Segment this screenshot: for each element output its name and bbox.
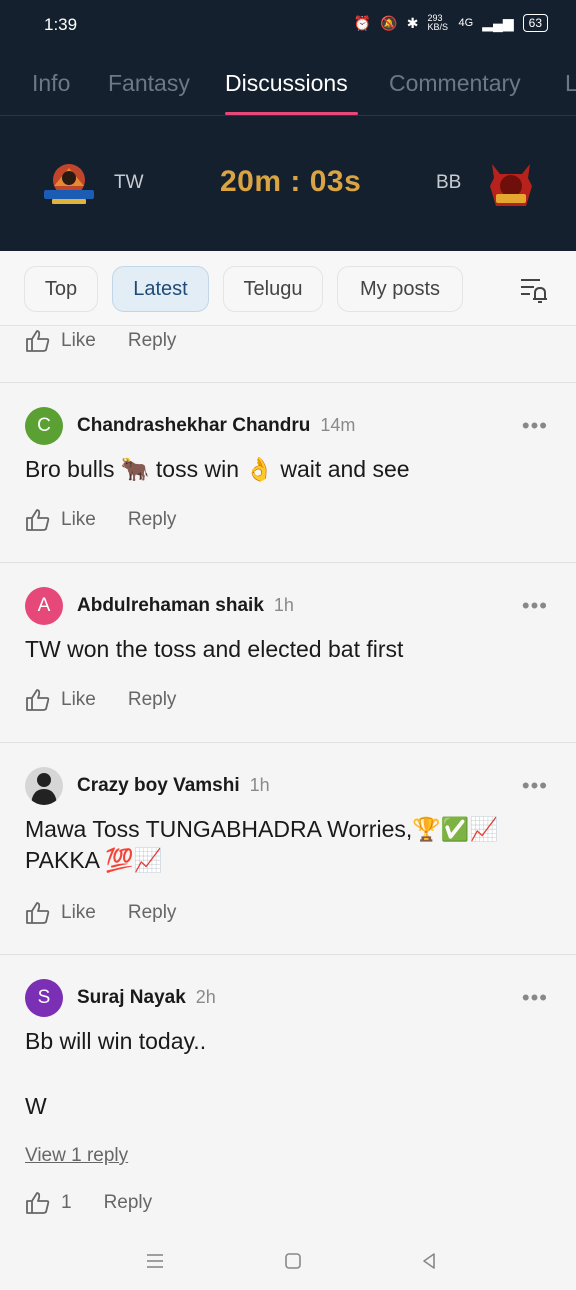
- team-left-code: TW: [114, 172, 144, 193]
- like-button[interactable]: Like: [61, 330, 96, 352]
- author-name[interactable]: Abdulrehaman shaik: [77, 595, 264, 616]
- post-partial: Like Reply: [0, 326, 576, 383]
- like-count[interactable]: 1: [61, 1192, 72, 1214]
- match-countdown: 20m : 03s: [220, 165, 362, 198]
- filter-chip-top[interactable]: Top: [24, 266, 98, 312]
- bluetooth-icon: ✱: [406, 14, 419, 31]
- post-actions: Like Reply: [25, 505, 176, 535]
- post-author[interactable]: Suraj Nayak 2h: [77, 987, 216, 1009]
- author-name[interactable]: Crazy boy Vamshi: [77, 775, 240, 796]
- post-actions: 1 Reply: [25, 1188, 152, 1218]
- post-item: C Chandrashekhar Chandru 14m ••• Bro bull…: [0, 383, 576, 563]
- bb-team-logo: [490, 164, 532, 206]
- tab-more[interactable]: L: [565, 70, 576, 97]
- back-icon[interactable]: [418, 1250, 440, 1272]
- view-replies-link[interactable]: View 1 reply: [25, 1145, 128, 1167]
- reply-button[interactable]: Reply: [128, 509, 177, 531]
- status-bar: 1:39 ⏰ 🔕 ✱ 293 KB/S 4G ▂▄▆ 63: [0, 0, 576, 50]
- like-button[interactable]: Like: [61, 902, 96, 924]
- avatar[interactable]: [25, 767, 63, 805]
- filter-chip-latest[interactable]: Latest: [112, 266, 209, 312]
- post-author[interactable]: Crazy boy Vamshi 1h: [77, 775, 270, 797]
- like-icon[interactable]: [25, 901, 51, 925]
- like-icon[interactable]: [25, 1191, 51, 1215]
- post-author[interactable]: Abdulrehaman shaik 1h: [77, 595, 294, 617]
- like-icon[interactable]: [25, 688, 51, 712]
- team-right-code: BB: [436, 172, 462, 193]
- status-time: 1:39: [44, 15, 78, 34]
- post-actions: Like Reply: [25, 685, 176, 715]
- network-type: 4G: [458, 17, 474, 29]
- data-speed: 293 KB/S: [427, 13, 449, 32]
- filter-chip-telugu[interactable]: Telugu: [223, 266, 323, 312]
- reply-button[interactable]: Reply: [128, 902, 177, 924]
- like-icon[interactable]: [25, 329, 51, 353]
- post-time: 1h: [273, 595, 294, 615]
- tab-discussions[interactable]: Discussions: [225, 70, 348, 97]
- post-text: Mawa Toss TUNGABHADRA Worries,🏆✅📈 PAKKA …: [25, 816, 499, 873]
- recent-apps-icon[interactable]: [144, 1250, 166, 1272]
- tab-commentary[interactable]: Commentary: [389, 70, 521, 97]
- post-text: Bro bulls 🐂 toss win 👌 wait and see: [25, 456, 410, 482]
- author-name[interactable]: Suraj Nayak: [77, 987, 186, 1008]
- post-time: 2h: [195, 987, 216, 1007]
- reply-button[interactable]: Reply: [104, 1192, 153, 1214]
- post-author[interactable]: Chandrashekhar Chandru 14m: [77, 415, 355, 437]
- post-text: Bb will win today..: [25, 1028, 207, 1054]
- avatar[interactable]: A: [25, 587, 63, 625]
- like-button[interactable]: Like: [61, 509, 96, 531]
- notification-filter-icon[interactable]: [520, 277, 548, 303]
- more-options-icon[interactable]: •••: [522, 413, 548, 439]
- tw-team-logo: [44, 164, 94, 204]
- match-row: TW 20m : 03s BB: [0, 120, 576, 250]
- post-item: A Abdulrehaman shaik 1h ••• TW won the to…: [0, 563, 576, 743]
- match-tabs: Info Fantasy Discussions Commentary L: [0, 60, 576, 116]
- status-icons: ⏰ 🔕 ✱ 293 KB/S 4G ▂▄▆ 63: [354, 14, 548, 32]
- post-text-line2: W: [25, 1093, 47, 1119]
- mute-icon: 🔕: [380, 14, 398, 31]
- like-icon[interactable]: [25, 508, 51, 532]
- author-name[interactable]: Chandrashekhar Chandru: [77, 415, 310, 436]
- reply-button[interactable]: Reply: [128, 330, 177, 352]
- filter-chip-my-posts[interactable]: My posts: [337, 266, 463, 312]
- post-time: 1h: [249, 775, 270, 795]
- alarm-icon: ⏰: [353, 14, 372, 31]
- filter-bar: Top Latest Telugu My posts: [0, 251, 576, 326]
- post-actions: Like Reply: [25, 898, 176, 928]
- more-options-icon[interactable]: •••: [522, 985, 548, 1011]
- more-options-icon[interactable]: •••: [522, 773, 548, 799]
- post-item: S Suraj Nayak 2h ••• Bb will win today.. …: [0, 955, 576, 1232]
- tabs-divider: [0, 115, 576, 116]
- avatar[interactable]: S: [25, 979, 63, 1017]
- post-time: 14m: [320, 415, 356, 435]
- reply-button[interactable]: Reply: [128, 689, 177, 711]
- post-actions: Like Reply: [25, 326, 176, 356]
- avatar[interactable]: C: [25, 407, 63, 445]
- more-options-icon[interactable]: •••: [522, 593, 548, 619]
- home-icon[interactable]: [282, 1250, 304, 1272]
- system-nav-bar: [0, 1232, 576, 1290]
- battery-indicator: 63: [522, 14, 548, 32]
- signal-icon: ▂▄▆: [482, 14, 514, 31]
- match-header: 1:39 ⏰ 🔕 ✱ 293 KB/S 4G ▂▄▆ 63 Info Fanta…: [0, 0, 576, 251]
- post-item: Crazy boy Vamshi 1h ••• Mawa Toss TUNGABH…: [0, 743, 576, 955]
- tab-fantasy[interactable]: Fantasy: [108, 70, 190, 97]
- like-button[interactable]: Like: [61, 689, 96, 711]
- tab-info[interactable]: Info: [32, 70, 70, 97]
- post-text: TW won the toss and elected bat first: [25, 636, 404, 662]
